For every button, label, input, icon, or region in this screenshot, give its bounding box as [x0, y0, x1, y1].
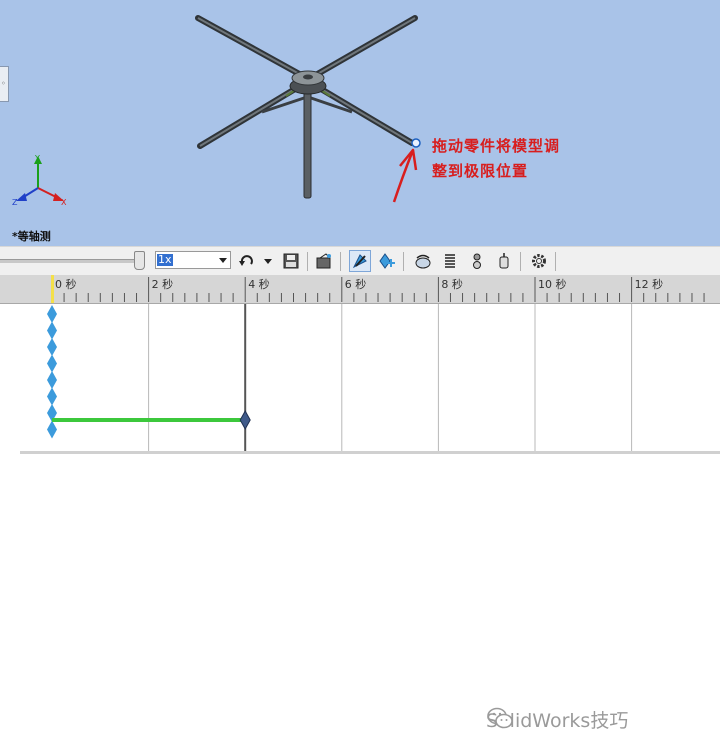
ruler-tick-label: 8 秒 — [441, 277, 463, 291]
triad-z-label: Z — [12, 198, 18, 207]
key-point[interactable] — [47, 321, 57, 340]
key-point[interactable] — [47, 305, 57, 323]
annotation-text: 拖动零件将模型调 整到极限位置 — [432, 134, 622, 184]
settings-icon — [532, 254, 546, 268]
ruler-tick-label: 4 秒 — [248, 277, 270, 291]
annotation-line-1: 拖动零件将模型调 — [432, 137, 561, 155]
save-animation-button[interactable] — [280, 250, 302, 272]
autokey-button[interactable] — [349, 250, 371, 272]
playback-mode-icon — [239, 255, 253, 266]
chevron-down-icon[interactable] — [219, 258, 227, 263]
gravity-button[interactable] — [493, 250, 515, 272]
ruler-tick-label: 10 秒 — [538, 277, 567, 291]
key-point[interactable] — [47, 371, 57, 389]
ruler-tick-label: 12 秒 — [635, 277, 664, 291]
playback-speed-value: 1x — [157, 253, 173, 266]
save-animation-icon — [283, 253, 299, 269]
ruler-tick-label: 2 秒 — [152, 277, 174, 291]
spring-button[interactable] — [439, 250, 461, 272]
animation-wizard-button[interactable] — [313, 250, 335, 272]
toolbar-separator — [520, 252, 521, 271]
playback-mode-dropdown-icon[interactable] — [264, 259, 272, 264]
playback-mode-button[interactable] — [236, 250, 258, 272]
key-point-end[interactable] — [239, 409, 251, 431]
key-point[interactable] — [47, 420, 57, 439]
playback-slider-thumb[interactable] — [134, 251, 145, 270]
annotation-line-2: 整到极限位置 — [432, 162, 529, 180]
umbrella-frame-model[interactable] — [0, 0, 720, 246]
motor-button[interactable] — [412, 250, 434, 272]
motor-icon — [415, 254, 431, 269]
contact-button[interactable] — [466, 250, 488, 272]
playback-speed-select[interactable]: 1x — [155, 251, 231, 269]
settings-button[interactable] — [528, 250, 550, 272]
toolbar-separator — [340, 252, 341, 271]
playback-slider-track[interactable] — [0, 259, 140, 263]
spring-icon — [445, 254, 455, 268]
coordinate-triad-icon: Y X Z — [12, 154, 67, 207]
add-update-key-icon — [379, 253, 395, 269]
triad-x-label: X — [61, 198, 67, 207]
autokey-icon — [352, 254, 367, 269]
toolbar-separator — [307, 252, 308, 271]
graphics-viewport[interactable]: ◦ Y X Z *等轴测 拖动零件将模型调 整到极限位置 — [0, 0, 720, 246]
key-point[interactable] — [47, 338, 57, 356]
toolbar-separator — [555, 252, 556, 271]
ruler-tick-label: 0 秒 — [55, 277, 77, 291]
animation-wizard-icon — [316, 253, 331, 269]
key-point[interactable] — [47, 354, 57, 373]
watermark: SolidWorks技巧 — [486, 706, 628, 733]
add-update-key-button[interactable] — [376, 250, 398, 272]
gravity-icon — [499, 253, 509, 269]
timeline-ruler[interactable]: 0 秒 2 秒 4 秒 6 秒 8 秒 10 秒 12 秒 — [0, 275, 720, 304]
triad-y-label: Y — [34, 154, 40, 163]
view-orientation-label: *等轴测 — [12, 230, 51, 243]
motionmanager-toolbar: 1x — [0, 246, 720, 276]
timeline-tracks-area[interactable]: SolidWorks技巧 — [0, 304, 720, 732]
current-time-marker[interactable] — [51, 275, 54, 303]
contact-icon — [473, 253, 481, 269]
ruler-tick-label: 6 秒 — [345, 277, 367, 291]
key-point[interactable] — [47, 387, 57, 406]
change-bar[interactable] — [52, 418, 246, 422]
wechat-icon — [487, 707, 513, 729]
toolbar-separator — [403, 252, 404, 271]
feature-tree-flyout-tab[interactable]: ◦ — [0, 66, 9, 102]
